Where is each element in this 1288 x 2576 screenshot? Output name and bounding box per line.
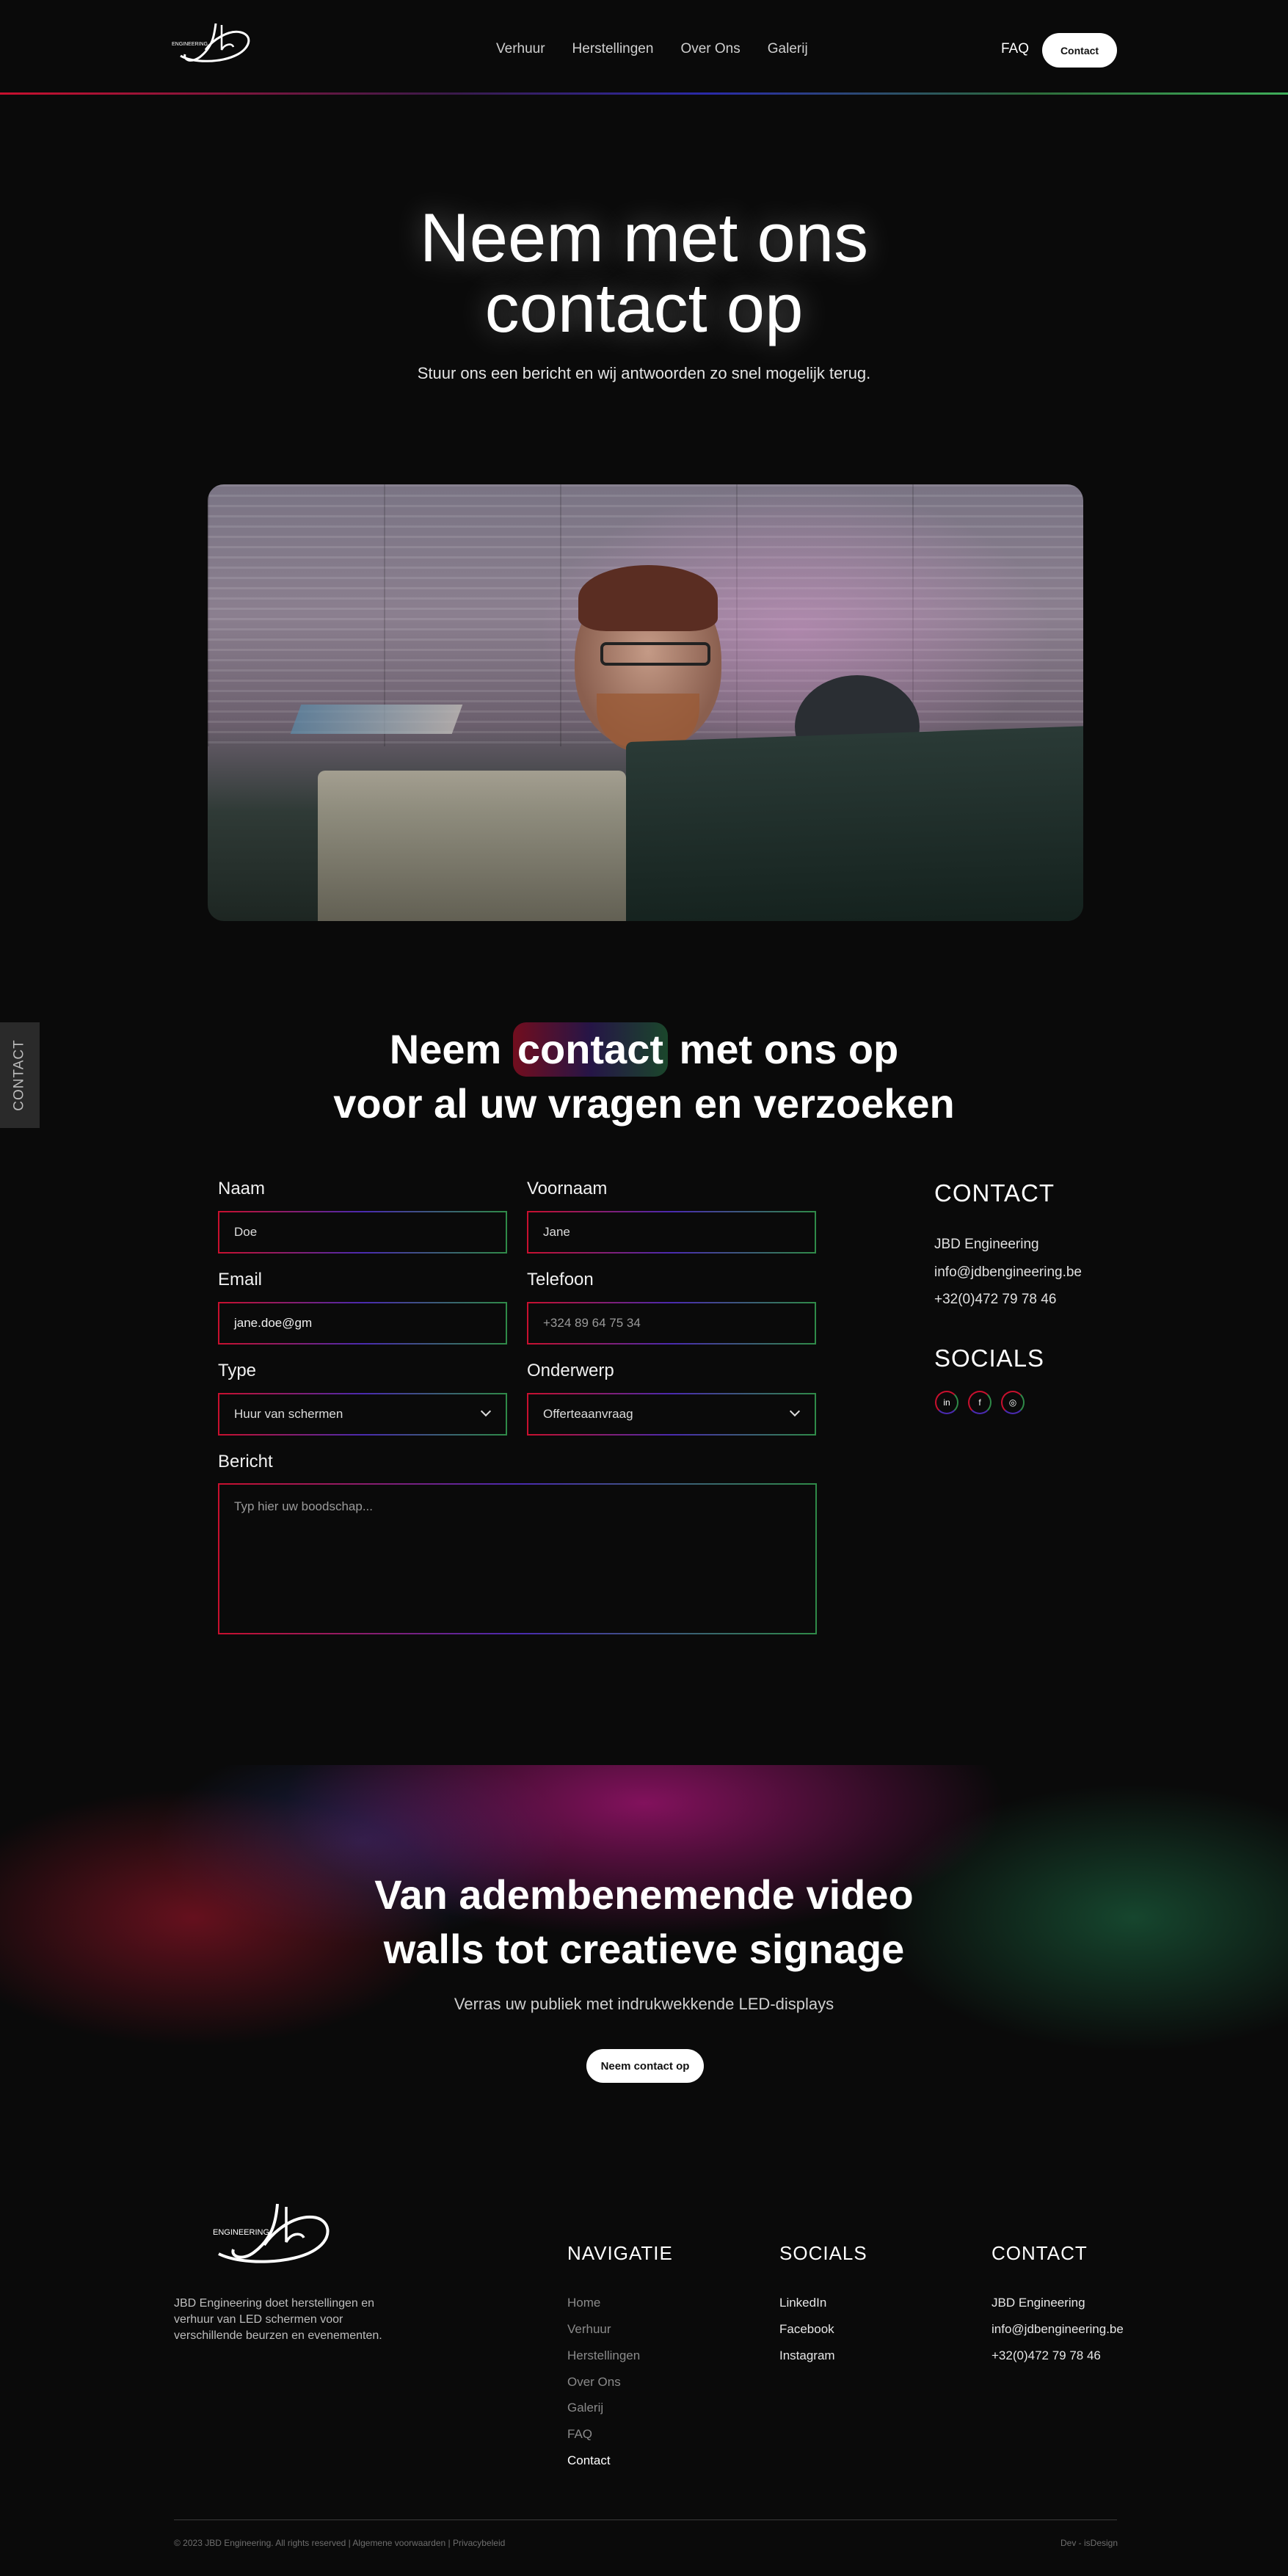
footer-nav-over-ons[interactable]: Over Ons (567, 2375, 621, 2390)
footer-facebook[interactable]: Facebook (779, 2322, 834, 2337)
footer-divider (174, 2519, 1117, 2520)
contact-email[interactable]: info@jdbengineering.be (934, 1265, 1082, 1281)
facebook-icon[interactable]: f (968, 1391, 992, 1414)
footer-nav-galerij[interactable]: Galerij (567, 2401, 603, 2415)
footer-nav-faq[interactable]: FAQ (567, 2427, 592, 2442)
contact-heading: CONTACT (934, 1179, 1055, 1207)
site-header: ENGINEERING Verhuur Herstellingen Over O… (0, 0, 1288, 95)
telefoon-label: Telefoon (527, 1270, 594, 1289)
chevron-down-icon (480, 1405, 492, 1417)
footer-nav-home[interactable]: Home (567, 2296, 600, 2310)
linkedin-icon[interactable]: in (935, 1391, 958, 1414)
onderwerp-select[interactable]: Offerteaanvraag (527, 1393, 816, 1436)
type-select[interactable]: Huur van schermen (218, 1393, 507, 1436)
footer-nav-contact[interactable]: Contact (567, 2453, 611, 2468)
voornaam-field[interactable]: Jane (527, 1211, 816, 1254)
svg-text:ENGINEERING: ENGINEERING (213, 2228, 269, 2237)
monitor-left (318, 771, 626, 921)
banner-title: Van adembenemende video walls tot creati… (0, 1868, 1288, 1976)
nav-verhuur[interactable]: Verhuur (496, 41, 545, 57)
footer-contact-phone[interactable]: +32(0)472 79 78 46 (992, 2348, 1101, 2363)
footer-credit[interactable]: Dev - isDesign (1060, 2538, 1118, 2548)
naam-field[interactable]: Doe (218, 1211, 507, 1254)
banner-title-line1: Van adembenemende video (374, 1871, 914, 1918)
type-select-value: Huur van schermen (234, 1407, 343, 1421)
footer-socials-heading: SOCIALS (779, 2242, 867, 2264)
contact-company: JBD Engineering (934, 1237, 1039, 1252)
monitor-right (626, 725, 1083, 921)
title-line2: voor al uw vragen en verzoeken (333, 1080, 955, 1127)
hero-title-line2: contact op (484, 269, 804, 346)
footer-nav-verhuur[interactable]: Verhuur (567, 2322, 611, 2337)
footer-contact-email[interactable]: info@jdbengineering.be (992, 2322, 1124, 2337)
nav-herstellingen[interactable]: Herstellingen (572, 41, 654, 57)
email-field[interactable]: jane.doe@gm (218, 1302, 507, 1345)
bericht-textarea[interactable]: Typ hier uw boodschap... (218, 1483, 817, 1634)
office-photo (208, 484, 1083, 921)
contact-page: ENGINEERING Verhuur Herstellingen Over O… (0, 0, 1288, 2576)
footer-jbd-logo[interactable]: ENGINEERING (213, 2198, 338, 2271)
footer-description: JBD Engineering doet herstellingen en ve… (174, 2297, 382, 2342)
main-nav: Verhuur Herstellingen Over Ons Galerij (496, 41, 808, 57)
header-contact-button[interactable]: Contact (1042, 33, 1117, 68)
svg-text:ENGINEERING: ENGINEERING (172, 42, 208, 47)
footer-contact-heading: CONTACT (992, 2242, 1088, 2264)
footer-copyright: © 2023 JBD Engineering. All rights reser… (174, 2538, 506, 2548)
email-label: Email (218, 1270, 263, 1289)
jbd-logo[interactable]: ENGINEERING (170, 18, 258, 70)
title-highlight: contact (512, 1022, 668, 1077)
onderwerp-select-value: Offerteaanvraag (543, 1407, 633, 1421)
footer-linkedin[interactable]: LinkedIn (779, 2296, 826, 2310)
socials-heading: SOCIALS (934, 1345, 1045, 1372)
nav-galerij[interactable]: Galerij (768, 41, 808, 57)
chevron-down-icon (789, 1405, 801, 1417)
header-gradient-divider (0, 92, 1288, 95)
title-pre: Neem (389, 1026, 513, 1072)
footer-nav-herstellingen[interactable]: Herstellingen (567, 2348, 640, 2363)
banner-contact-button[interactable]: Neem contact op (586, 2049, 704, 2083)
telefoon-field[interactable]: +324 89 64 75 34 (527, 1302, 816, 1345)
onderwerp-label: Onderwerp (527, 1361, 614, 1380)
contact-phone[interactable]: +32(0)472 79 78 46 (934, 1292, 1056, 1308)
footer-contact-company: JBD Engineering (992, 2296, 1085, 2310)
instagram-icon[interactable]: ◎ (1001, 1391, 1025, 1414)
hero-title-line1: Neem met ons (419, 199, 869, 276)
voornaam-label: Voornaam (527, 1179, 608, 1198)
form-section-title: Neem contact met ons op voor al uw vrage… (0, 1022, 1288, 1131)
title-post: met ons op (668, 1026, 899, 1072)
bericht-label: Bericht (218, 1452, 273, 1471)
hero-subtitle: Stuur ons een bericht en wij antwoorden … (417, 364, 871, 382)
banner-subtitle: Verras uw publiek met indrukwekkende LED… (454, 1995, 834, 2013)
footer-navigatie-heading: NAVIGATIE (567, 2242, 673, 2264)
nav-faq[interactable]: FAQ (1001, 41, 1029, 57)
footer-instagram[interactable]: Instagram (779, 2348, 835, 2363)
nav-over-ons[interactable]: Over Ons (680, 41, 740, 57)
banner-title-line2: walls tot creatieve signage (383, 1926, 905, 1972)
hero-title: Neem met ons contact op (0, 203, 1288, 343)
naam-label: Naam (218, 1179, 266, 1198)
type-label: Type (218, 1361, 257, 1380)
